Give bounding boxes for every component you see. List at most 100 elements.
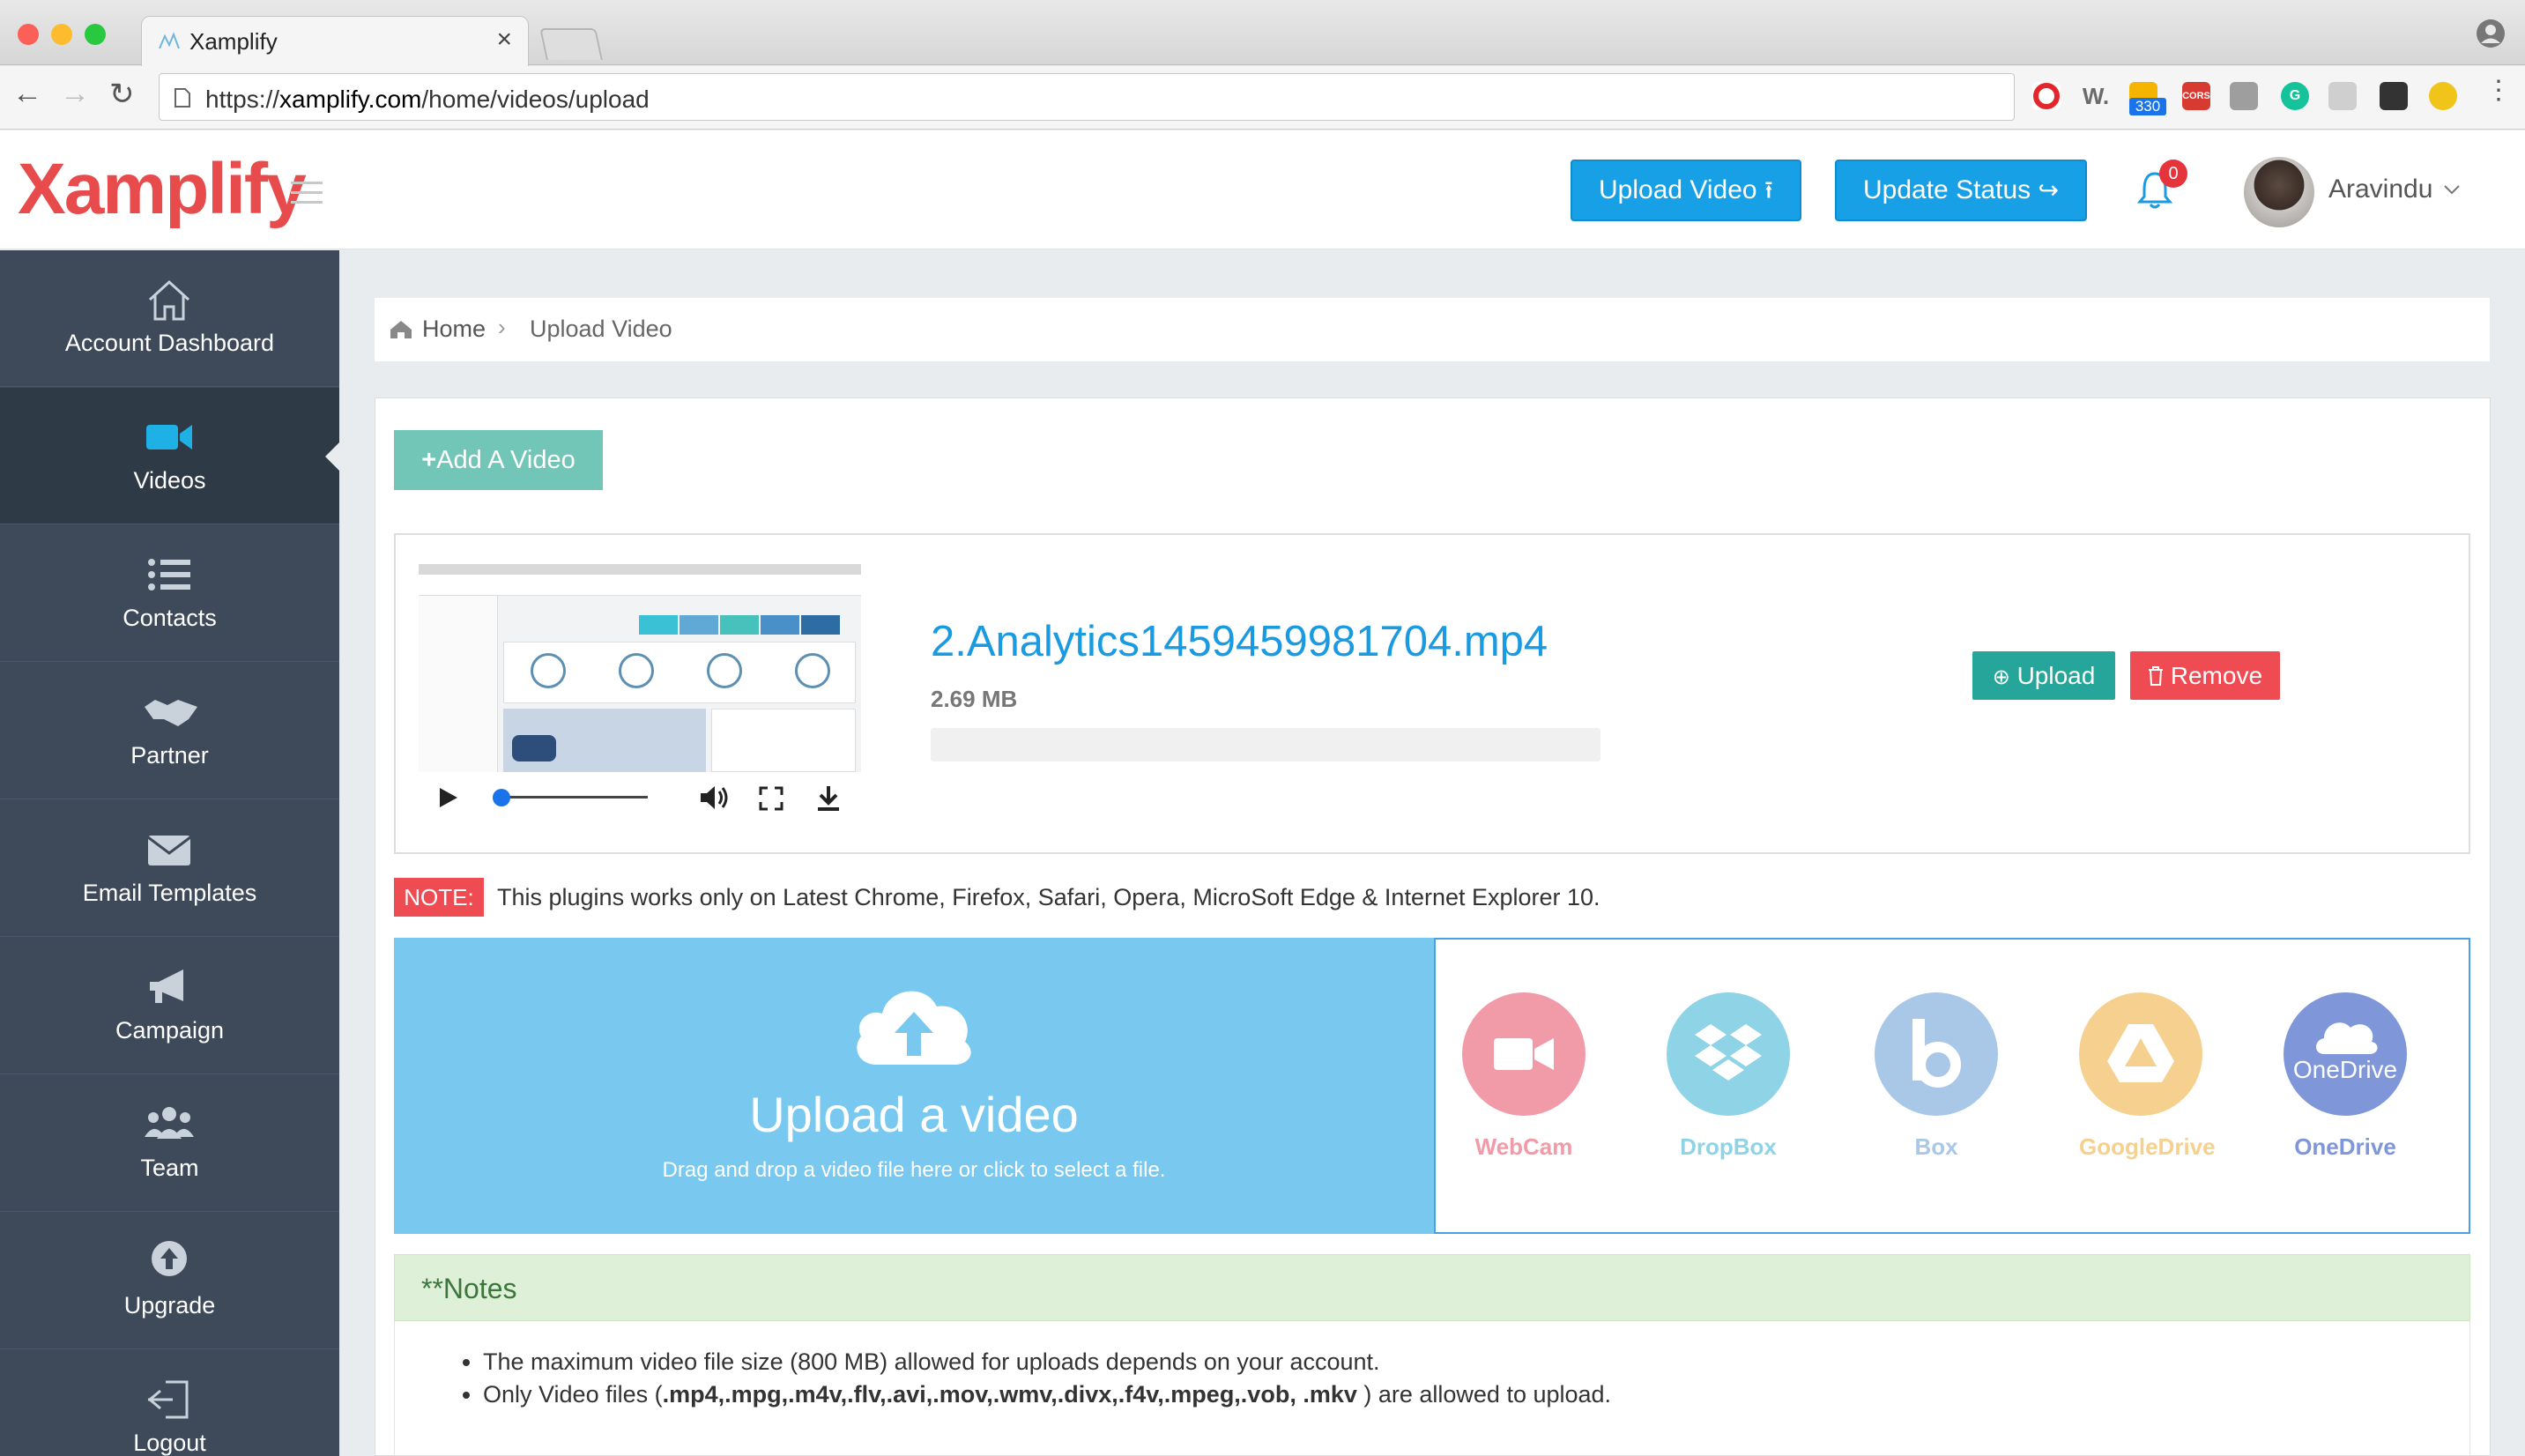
dropzone-title: Upload a video xyxy=(749,1087,1079,1142)
list-icon xyxy=(148,559,190,591)
sidebar-item-campaign[interactable]: Campaign xyxy=(0,938,339,1074)
webcam-icon xyxy=(1462,992,1586,1116)
sidebar-item-partner[interactable]: Partner xyxy=(0,663,339,799)
onedrive-provider[interactable]: OneDrive OneDrive xyxy=(2284,992,2407,1161)
users-icon xyxy=(145,1107,194,1139)
seek-handle[interactable] xyxy=(493,789,510,806)
tab-close-icon[interactable]: × xyxy=(496,25,512,55)
notes-title: **Notes xyxy=(421,1273,517,1304)
googledrive-provider[interactable]: GoogleDrive xyxy=(2079,992,2216,1161)
box-provider[interactable]: Box xyxy=(1875,992,1998,1161)
profile-icon[interactable] xyxy=(2475,18,2506,49)
dropbox-icon xyxy=(1667,992,1790,1116)
player-controls xyxy=(419,772,861,821)
chevron-down-icon[interactable] xyxy=(2443,183,2461,196)
upload-progress-bar xyxy=(931,728,1600,761)
new-tab-button[interactable] xyxy=(539,28,603,60)
provider-label: OneDrive xyxy=(2294,1133,2396,1160)
sidebar-item-team[interactable]: Team xyxy=(0,1075,339,1212)
norton-extension-icon[interactable] xyxy=(2429,82,2457,110)
update-status-button[interactable]: Update Status ↪ xyxy=(1835,160,2087,221)
incognito-extension-icon[interactable] xyxy=(2380,82,2408,110)
sidebar-item-label: Upgrade xyxy=(123,1292,216,1319)
video-file-size: 2.69 MB xyxy=(931,686,1018,712)
sidebar-item-videos[interactable]: Videos xyxy=(0,388,339,524)
sidebar-item-account-dashboard[interactable]: Account Dashboard xyxy=(0,250,339,387)
provider-label: WebCam xyxy=(1474,1133,1573,1160)
cloud-upload-icon xyxy=(857,991,971,1065)
download-icon[interactable] xyxy=(815,784,842,813)
upload-dropzone[interactable]: Upload a video Drag and drop a video fil… xyxy=(394,938,1434,1234)
w-extension-icon[interactable]: W. xyxy=(2082,82,2110,110)
maximize-window-button[interactable] xyxy=(85,24,106,45)
sidebar-item-label: Contacts xyxy=(123,605,217,631)
grammarly-icon[interactable]: G xyxy=(2281,82,2309,110)
user-name[interactable]: Aravindu xyxy=(2328,175,2432,204)
video-camera-icon xyxy=(146,425,192,449)
sidebar-item-contacts[interactable]: Contacts xyxy=(0,525,339,662)
megaphone-icon xyxy=(150,969,183,1003)
preview-sidebar xyxy=(419,596,498,772)
forward-arrow-icon[interactable]: → xyxy=(60,77,90,111)
notes-item: The maximum video file size (800 MB) all… xyxy=(483,1346,1611,1378)
preview-toolbar xyxy=(419,575,861,596)
preview-tile xyxy=(801,615,840,635)
onedrive-icon: OneDrive xyxy=(2284,992,2407,1116)
play-icon[interactable] xyxy=(438,786,459,809)
trash-icon xyxy=(2148,666,2163,686)
webcam-provider[interactable]: WebCam xyxy=(1462,992,1586,1161)
dropbox-provider[interactable]: DropBox xyxy=(1667,992,1790,1161)
breadcrumb-home-link[interactable]: Home xyxy=(422,316,486,343)
upload-button[interactable]: ⊕ Upload xyxy=(1972,651,2115,700)
upload-video-button[interactable]: Upload Video ⭱ xyxy=(1571,160,1801,221)
video-file-name: 2.Analytics1459459981704.mp4 xyxy=(931,618,1548,665)
sidebar-item-upgrade[interactable]: Upgrade xyxy=(0,1213,339,1349)
back-arrow-icon[interactable]: ← xyxy=(12,77,42,111)
breadcrumb-separator: › xyxy=(498,314,506,340)
fullscreen-icon[interactable] xyxy=(759,786,783,811)
seek-bar[interactable] xyxy=(498,796,648,799)
address-toolbar: ← → ↻ https://xamplify.com/home/videos/u… xyxy=(0,66,2525,130)
preview-tile xyxy=(720,615,759,635)
app-header: Xamplify Upload Video ⭱ Update Status ↪ … xyxy=(0,130,2525,249)
cors-extension-icon[interactable]: CORS xyxy=(2182,82,2210,110)
close-window-button[interactable] xyxy=(18,24,39,45)
sidebar: Account Dashboard Videos Contacts Partne… xyxy=(0,250,339,1456)
hamburger-menu-icon[interactable] xyxy=(291,182,323,211)
avatar[interactable] xyxy=(2244,157,2314,227)
home-icon xyxy=(390,321,412,338)
browser-tab[interactable]: Xamplify × xyxy=(141,16,529,67)
tool-extension-icon[interactable] xyxy=(2328,82,2357,110)
video-preview-player[interactable] xyxy=(419,564,861,821)
preview-menubar xyxy=(419,564,861,575)
opera-extension-icon[interactable] xyxy=(2032,82,2061,110)
sidebar-item-email-templates[interactable]: Email Templates xyxy=(0,800,339,937)
sidebar-item-label: Account Dashboard xyxy=(64,330,275,356)
add-video-button[interactable]: +Add A Video xyxy=(394,430,603,490)
volume-icon[interactable] xyxy=(699,784,731,811)
sidebar-item-label: Team xyxy=(140,1155,199,1181)
page-icon xyxy=(175,88,190,108)
notes-header: **Notes xyxy=(394,1254,2470,1321)
preview-table xyxy=(711,709,856,772)
extension-badge: 330 xyxy=(2129,98,2166,115)
browser-tab-strip: Xamplify × xyxy=(0,0,2525,67)
note-text: This plugins works only on Latest Chrome… xyxy=(497,884,1600,910)
arrow-circle-up-icon xyxy=(152,1241,187,1276)
browser-menu-icon[interactable]: ⋮ xyxy=(2485,75,2512,106)
note-label: NOTE: xyxy=(394,878,484,917)
minimize-window-button[interactable] xyxy=(51,24,72,45)
xamplify-logo[interactable]: Xamplify xyxy=(18,148,307,231)
cloud-providers: WebCam DropBox Box GoogleDrive OneDrive … xyxy=(1434,938,2470,1234)
active-indicator xyxy=(325,442,339,471)
sidebar-item-logout[interactable]: Logout xyxy=(0,1350,339,1456)
note-extension-icon[interactable] xyxy=(2230,82,2258,110)
notes-item: Only Video files (.mp4,.mpg,.m4v,.flv,.a… xyxy=(483,1378,1611,1411)
googledrive-icon xyxy=(2079,992,2202,1116)
remove-button[interactable]: Remove xyxy=(2130,651,2280,700)
address-bar[interactable]: https://xamplify.com/home/videos/upload xyxy=(159,73,2015,121)
onedrive-logo-text: OneDrive xyxy=(2292,1056,2398,1083)
dropzone-subtitle: Drag and drop a video file here or click… xyxy=(662,1158,1166,1182)
notification-badge: 0 xyxy=(2159,160,2187,188)
reload-icon[interactable]: ↻ xyxy=(109,77,135,112)
